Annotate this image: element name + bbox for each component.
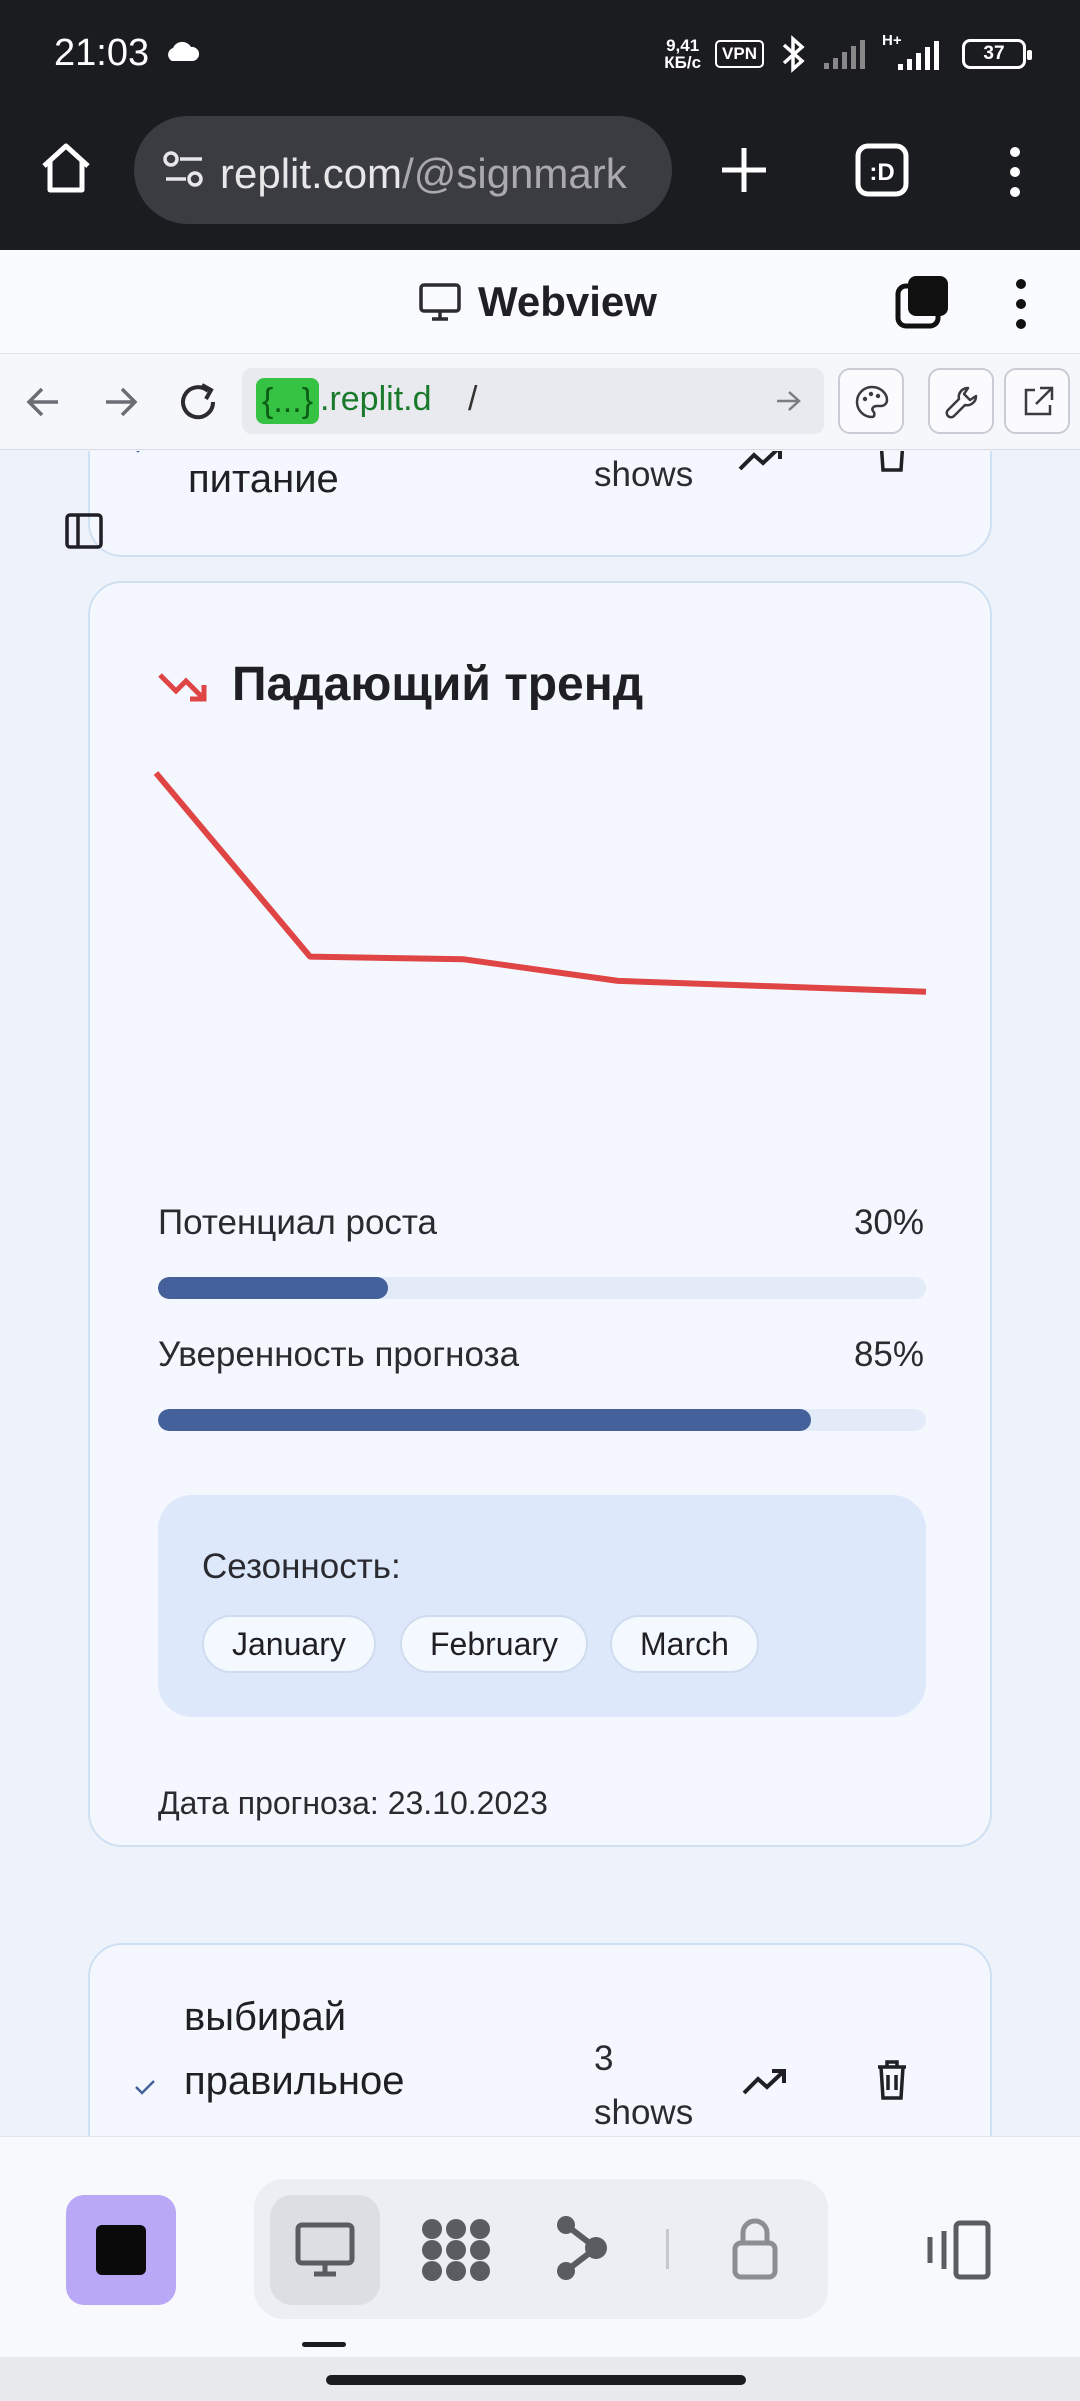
previous-item-card: питание shows (88, 451, 992, 557)
sidebar-toggle-icon[interactable] (64, 511, 104, 551)
check-icon (135, 2080, 155, 2095)
url-text: replit.com/@signmark (220, 150, 627, 198)
net-speed-unit: КБ/с (664, 53, 702, 72)
monitor-icon (419, 283, 461, 321)
next-item-title-line1: выбирай (184, 1995, 347, 2039)
trending-down-icon (158, 673, 207, 702)
status-bar: 21:03 9,41 КБ/с VPN H+ 37 (0, 0, 1080, 108)
trend-line-chart (153, 771, 927, 995)
back-icon[interactable] (24, 384, 62, 420)
tab-switcher-icon[interactable]: :D (854, 142, 910, 198)
nav-item-webview[interactable] (270, 2195, 380, 2305)
webview-address-row: {...} .replit.d / (0, 354, 1080, 450)
stop-button[interactable] (66, 2195, 176, 2305)
apps-icon[interactable] (420, 2217, 492, 2283)
signal-icon (824, 40, 865, 69)
palette-icon (855, 385, 889, 419)
go-arrow-icon[interactable] (774, 388, 804, 414)
bluetooth-icon (782, 35, 805, 73)
site-settings-icon[interactable] (162, 150, 206, 190)
url-bar[interactable]: replit.com/@signmark (134, 116, 672, 224)
trending-up-icon[interactable] (736, 451, 786, 473)
growth-potential-fill (158, 1277, 389, 1299)
webview-title: Webview (478, 278, 657, 325)
trending-up-icon[interactable] (740, 2067, 790, 2097)
seasonality-label: Сезонность: (202, 1547, 401, 1586)
status-icons: 9,41 КБ/с VPN H+ 37 (664, 32, 1032, 74)
next-item-count: 3 (594, 2039, 614, 2078)
webview-header: Webview (0, 250, 1080, 354)
address-path: / (468, 380, 478, 418)
forecast-confidence-label: Уверенность прогноза (158, 1335, 520, 1374)
next-item-title-line2: правильное (184, 2059, 405, 2103)
devtools-button[interactable] (928, 368, 994, 434)
vpn-badge: VPN (715, 40, 764, 68)
battery-level: 37 (983, 43, 1005, 64)
nav-divider (666, 2229, 669, 2269)
browser-toolbar: replit.com/@signmark :D (0, 108, 1080, 250)
open-external-button[interactable] (1004, 368, 1070, 434)
previous-item-shows: shows (594, 455, 694, 494)
home-icon[interactable] (36, 138, 96, 198)
bottom-navigation (0, 2136, 1080, 2401)
next-item-shows: shows (594, 2093, 694, 2132)
cloud-icon (168, 41, 200, 61)
growth-potential-bar (158, 1277, 926, 1299)
trend-card: Падающий тренд Потенциал роста 30% Увере… (88, 581, 992, 1847)
home-indicator[interactable] (326, 2375, 746, 2385)
forecast-date: Дата прогноза: 23.10.2023 (158, 1785, 548, 1821)
tabs-stack-icon[interactable] (894, 274, 950, 330)
monitor-icon (295, 2222, 355, 2277)
webview-address-input[interactable]: {...} .replit.d / (242, 368, 824, 434)
next-item-card: выбирай правильное 3 shows (88, 1943, 992, 2136)
month-chip: March (610, 1615, 759, 1673)
status-time: 21:03 (54, 32, 150, 74)
trash-icon[interactable] (874, 2059, 910, 2101)
forecast-confidence-fill (158, 1409, 811, 1431)
trend-title: Падающий тренд (232, 658, 644, 711)
address-tag: {...} (256, 378, 320, 424)
month-chip: January (202, 1615, 376, 1673)
signal-hplus-icon: H+ (882, 32, 948, 74)
webview-menu-icon[interactable] (1006, 276, 1036, 332)
more-menu-icon[interactable] (1000, 144, 1030, 200)
svg-text::D: :D (869, 159, 894, 186)
previous-item-title: питание (188, 457, 339, 501)
forward-icon[interactable] (102, 384, 140, 420)
trend-line (153, 771, 927, 995)
growth-potential-value: 30% (853, 1203, 924, 1242)
check-icon (136, 451, 141, 453)
trash-icon[interactable] (874, 451, 910, 473)
nav-pill (254, 2179, 828, 2319)
address-domain: .replit.d (320, 380, 432, 418)
seasonality-panel: Сезонность: January February March (158, 1495, 926, 1717)
new-tab-icon[interactable] (716, 142, 772, 198)
forecast-confidence-value: 85% (853, 1335, 924, 1374)
battery-indicator: 37 (962, 39, 1032, 69)
net-speed: 9,41 КБ/с (664, 37, 701, 71)
url-domain: replit.com (220, 150, 403, 197)
palette-button[interactable] (838, 368, 904, 434)
branch-icon[interactable] (556, 2215, 610, 2281)
external-link-icon (1024, 386, 1054, 416)
devices-icon[interactable] (924, 2219, 994, 2281)
url-path: /@signmark (402, 150, 627, 197)
growth-potential-label: Потенциал роста (158, 1203, 438, 1242)
nav-active-indicator (302, 2342, 346, 2347)
month-chip: February (400, 1615, 589, 1673)
reload-icon[interactable] (176, 380, 220, 424)
wrench-icon (945, 386, 978, 419)
webview-content: питание shows Падающий тренд Потенциал р… (0, 451, 1080, 2136)
lock-icon[interactable] (730, 2215, 780, 2281)
net-speed-value: 9,41 (666, 36, 700, 55)
stop-icon (96, 2225, 146, 2275)
forecast-confidence-bar (158, 1409, 926, 1431)
